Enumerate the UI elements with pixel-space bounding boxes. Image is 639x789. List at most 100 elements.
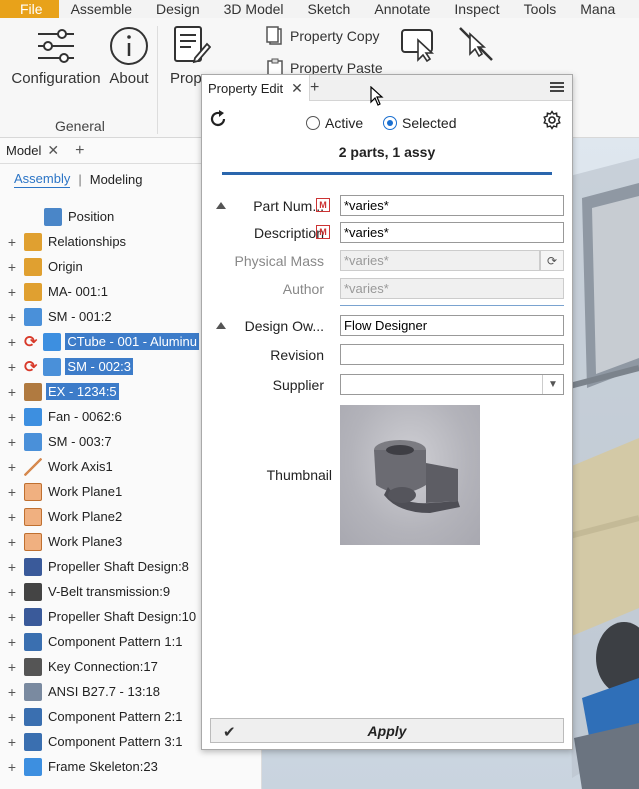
pattern-icon <box>24 632 42 651</box>
expand-plus-icon[interactable]: + <box>6 459 18 475</box>
revision-label: Revision <box>270 347 324 363</box>
tree-item-label: SM - 002:3 <box>65 358 133 375</box>
tree-item-label: Relationships <box>48 234 127 249</box>
sliders-icon <box>38 29 74 63</box>
thumbnail-image <box>340 405 480 545</box>
expand-plus-icon[interactable]: + <box>6 484 18 500</box>
tree-item-label: Work Plane2 <box>48 509 123 524</box>
property-copy-button[interactable]: Property Copy <box>266 26 379 46</box>
radio-selected[interactable]: Selected <box>383 115 456 131</box>
expand-plus-icon[interactable]: + <box>6 309 18 325</box>
menu-inspect[interactable]: Inspect <box>442 1 511 17</box>
menu-file[interactable]: File <box>0 0 59 18</box>
tree-item-label: CTube - 001 - Aluminu <box>65 333 199 350</box>
description-field[interactable] <box>340 222 564 243</box>
tree-item-label: Origin <box>48 259 83 274</box>
revision-field[interactable] <box>340 344 564 365</box>
needs-update-icon: ⟳ <box>24 333 38 351</box>
design-owner-field[interactable] <box>340 315 564 336</box>
refresh-mass-icon[interactable]: ⟳ <box>540 250 564 271</box>
prop-design-owner: Design Ow... <box>202 315 572 337</box>
part-number-field[interactable] <box>340 195 564 216</box>
select-window-icon[interactable] <box>400 28 438 62</box>
mode-divider: | <box>78 171 82 187</box>
supplier-label: Supplier <box>272 377 324 393</box>
expand-plus-icon[interactable]: + <box>6 384 18 400</box>
thumbnail-label: Thumbnail <box>266 467 332 483</box>
close-icon[interactable]: ✕ <box>291 80 303 97</box>
author-label: Author <box>282 281 324 297</box>
menu-sketch[interactable]: Sketch <box>296 1 363 17</box>
expand-plus-icon[interactable]: + <box>6 234 18 250</box>
expand-plus-icon[interactable]: + <box>6 759 18 775</box>
form-edit-icon <box>174 26 211 64</box>
expand-plus-icon[interactable]: + <box>6 684 18 700</box>
prop-supplier: Supplier ▼ <box>202 374 572 396</box>
apply-button[interactable]: ✔ Apply <box>210 718 564 743</box>
work-plane-icon <box>24 532 42 551</box>
menu-tools[interactable]: Tools <box>512 1 569 17</box>
supplier-dropdown[interactable] <box>340 374 564 395</box>
radio-active[interactable]: Active <box>306 115 363 131</box>
mode-assembly[interactable]: Assembly <box>14 171 71 188</box>
radio-selected-label: Selected <box>402 115 457 131</box>
expand-plus-icon[interactable]: + <box>6 409 18 425</box>
tab-property-edit[interactable]: Property Edit ✕ <box>202 75 310 101</box>
physical-mass-label: Physical Mass <box>234 253 324 269</box>
menu-3d-model[interactable]: 3D Model <box>212 1 296 17</box>
expand-plus-icon[interactable]: + <box>6 559 18 575</box>
close-icon[interactable]: ✕ <box>47 142 59 159</box>
needs-update-icon: ⟳ <box>24 358 38 376</box>
menu-annotate[interactable]: Annotate <box>362 1 442 17</box>
configuration-label: Configuration <box>11 70 101 87</box>
tree-item[interactable]: + Frame Skeleton:23 <box>0 754 262 779</box>
tree-item-label: Position <box>68 209 115 224</box>
about-button[interactable]: About <box>104 26 154 87</box>
chevron-down-icon[interactable]: ▼ <box>542 375 563 394</box>
add-tab-icon[interactable]: + <box>75 142 84 160</box>
select-none-icon[interactable] <box>456 24 496 64</box>
expand-plus-icon[interactable]: + <box>6 334 18 350</box>
multi-value-icon: M <box>316 198 330 212</box>
hamburger-menu-icon[interactable] <box>550 80 564 94</box>
configuration-button[interactable]: Configuration <box>8 26 104 87</box>
tree-item-label: SM - 001:2 <box>48 309 112 324</box>
assembly-icon <box>24 282 42 301</box>
part-number-label: Part Num... <box>253 198 324 214</box>
extrusion-icon <box>24 382 42 401</box>
expand-plus-icon[interactable]: + <box>6 534 18 550</box>
expand-plus-icon[interactable]: + <box>6 709 18 725</box>
sheetmetal-icon <box>24 307 42 326</box>
add-tab-icon[interactable]: + <box>310 79 319 97</box>
selection-count: 2 parts, 1 assy <box>338 144 436 160</box>
menu-assemble[interactable]: Assemble <box>59 1 144 17</box>
expand-plus-icon[interactable]: + <box>6 609 18 625</box>
expand-plus-icon[interactable]: + <box>6 359 18 375</box>
tab-model[interactable]: Model <box>6 143 41 158</box>
property-copy-label: Property Copy <box>290 28 380 44</box>
apply-label: Apply <box>367 722 407 739</box>
work-axis-icon <box>24 457 42 476</box>
sheetmetal-icon <box>24 432 42 451</box>
collapse-triangle-icon[interactable] <box>216 322 226 329</box>
expand-plus-icon[interactable]: + <box>6 509 18 525</box>
expand-plus-icon[interactable]: + <box>6 734 18 750</box>
expand-plus-icon[interactable]: + <box>6 434 18 450</box>
prop-physical-mass: Physical Mass ⟳ <box>202 250 572 272</box>
scope-radio-group: Active Selected <box>202 115 572 135</box>
expand-plus-icon[interactable]: + <box>6 584 18 600</box>
section-divider <box>340 305 564 306</box>
menu-design[interactable]: Design <box>144 1 212 17</box>
mode-modeling[interactable]: Modeling <box>90 172 143 187</box>
menu-manage[interactable]: Mana <box>568 1 627 17</box>
expand-plus-icon[interactable]: + <box>6 659 18 675</box>
radio-selected-circle <box>383 116 397 130</box>
work-plane-icon <box>24 507 42 526</box>
expand-plus-icon[interactable]: + <box>6 634 18 650</box>
tree-item-label: Component Pattern 3:1 <box>48 734 183 749</box>
origin-icon <box>24 257 42 276</box>
gear-icon[interactable] <box>542 110 562 130</box>
expand-plus-icon[interactable]: + <box>6 284 18 300</box>
expand-plus-icon[interactable]: + <box>6 259 18 275</box>
collapse-triangle-icon[interactable] <box>216 202 226 209</box>
